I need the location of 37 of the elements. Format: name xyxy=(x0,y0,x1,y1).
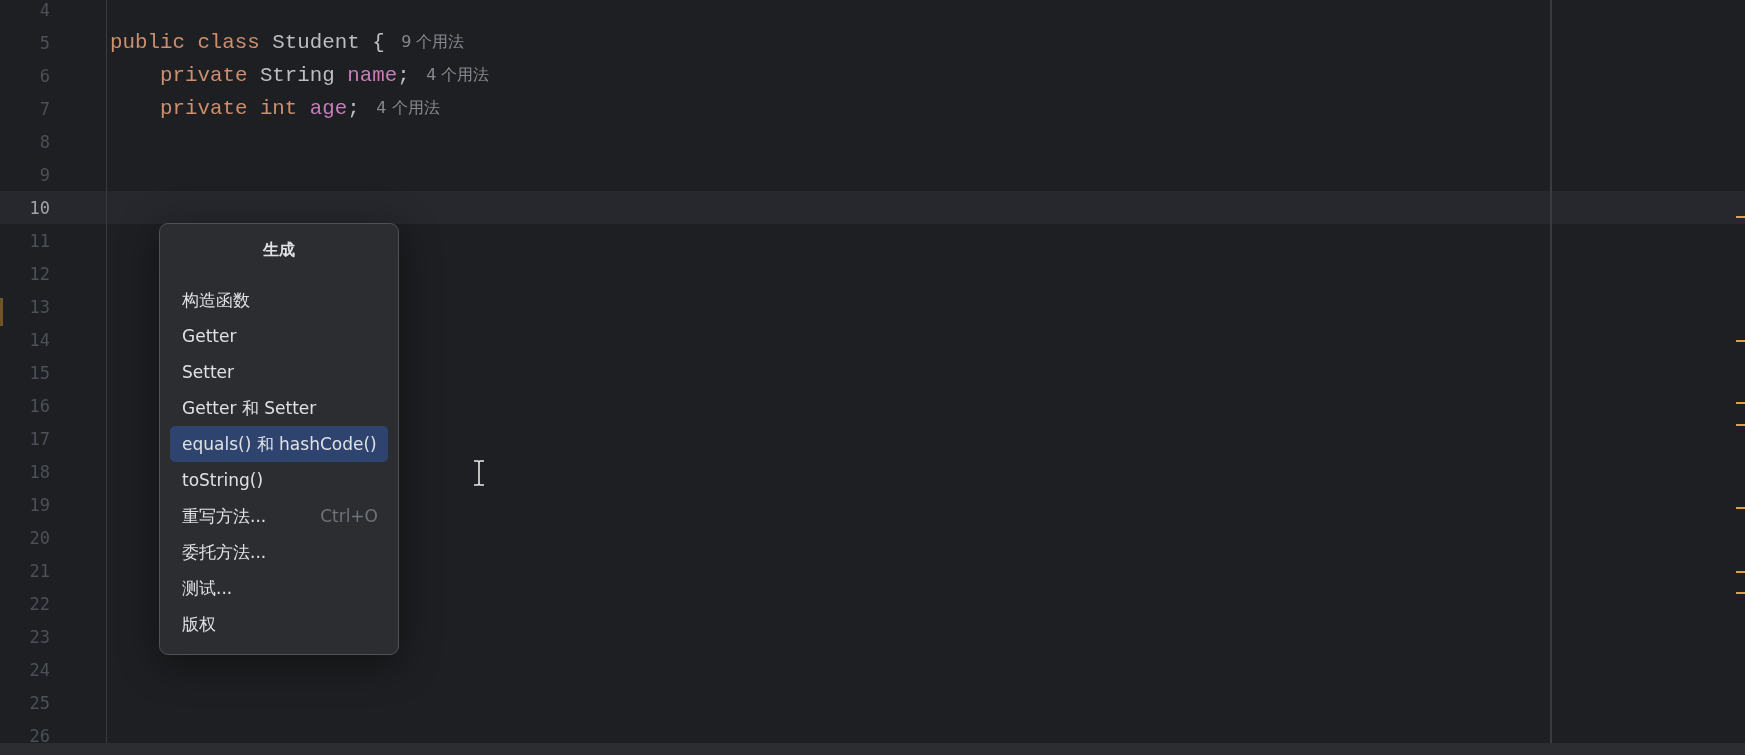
code-token: private xyxy=(160,97,248,120)
menu-item[interactable]: 委托方法... xyxy=(170,534,388,570)
menu-item[interactable]: Getter xyxy=(170,318,388,354)
code-token: public xyxy=(110,31,185,54)
code-token: ; xyxy=(397,64,410,87)
menu-item[interactable]: 重写方法... Ctrl+O xyxy=(170,498,388,534)
change-marker xyxy=(0,298,3,326)
menu-item[interactable]: equals() 和 hashCode() xyxy=(170,426,388,462)
scrollbar-marker xyxy=(1736,592,1745,594)
menu-item[interactable]: toString() xyxy=(170,462,388,498)
usage-hint[interactable]: 4 个用法 xyxy=(376,98,440,119)
usage-hint[interactable]: 4 个用法 xyxy=(426,65,490,86)
menu-item[interactable]: Getter 和 Setter xyxy=(170,390,388,426)
scrollbar-marker xyxy=(1736,402,1745,404)
code-token: age xyxy=(309,97,348,120)
code-token: private xyxy=(160,64,248,87)
line-number: 10 xyxy=(28,197,50,218)
usage-hint[interactable]: 9 个用法 xyxy=(401,32,465,53)
code-token: { xyxy=(372,31,385,54)
menu-item[interactable]: Setter xyxy=(170,354,388,390)
code-token: ; xyxy=(347,97,360,120)
code-token: class xyxy=(197,31,260,54)
menu-item[interactable]: 测试... xyxy=(170,570,388,606)
text-cursor-icon xyxy=(472,460,486,486)
scrollbar-marker xyxy=(1736,571,1745,573)
code-token: int xyxy=(259,97,298,120)
scrollbar-marker xyxy=(1736,340,1745,342)
code-token: name xyxy=(347,64,398,87)
menu-item[interactable]: 构造函数 xyxy=(170,282,388,318)
code-token: Student xyxy=(272,31,360,54)
popup-title: 生成 xyxy=(261,239,296,261)
scrollbar-marker xyxy=(1736,424,1745,426)
horizontal-scrollbar[interactable] xyxy=(0,743,1745,755)
scrollbar-marker xyxy=(1736,216,1745,218)
menu-item[interactable]: 版权 xyxy=(170,606,388,642)
scrollbar-marker xyxy=(1736,507,1745,509)
code-token: String xyxy=(259,64,335,87)
